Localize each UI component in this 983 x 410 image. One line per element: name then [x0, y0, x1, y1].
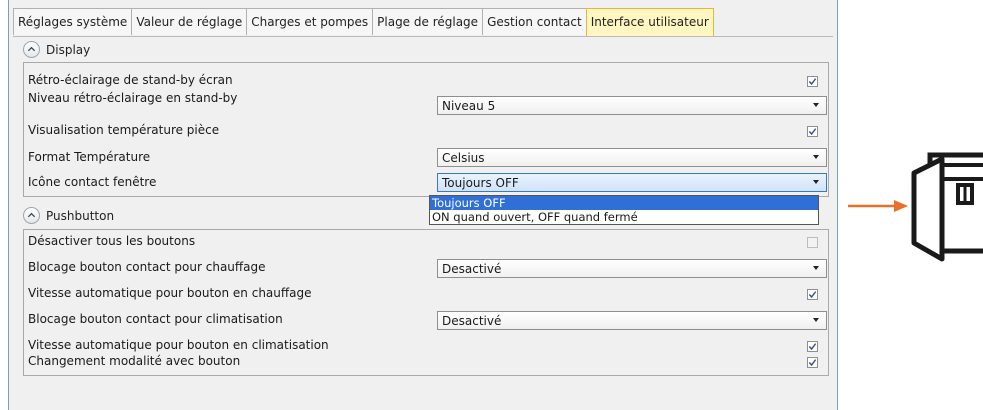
collapse-display-button[interactable] [23, 41, 40, 58]
chevron-up-icon [27, 212, 36, 218]
row-label: Changement modalité avec bouton [28, 354, 241, 368]
checkmark-icon [808, 343, 817, 351]
tab-plage-de-reglage[interactable]: Plage de réglage [372, 8, 484, 35]
option-on-quand-ouvert[interactable]: ON quand ouvert, OFF quand fermé [430, 210, 818, 224]
changement-modalite-checkbox[interactable] [807, 357, 818, 368]
row-label: Blocage bouton contact pour climatisatio… [28, 312, 283, 326]
select-value: Celsius [442, 150, 485, 165]
niveau-retro-eclairage-select[interactable]: Niveau 5 [437, 96, 827, 115]
option-toujours-off[interactable]: Toujours OFF [430, 196, 818, 210]
row-vitesse-chauffage: Vitesse automatique pour bouton en chauf… [28, 285, 828, 303]
visualisation-temperature-checkbox[interactable] [807, 126, 818, 137]
tab-gestion-contact[interactable]: Gestion contact [482, 8, 587, 35]
row-desactiver-boutons: Désactiver tous les boutons [28, 233, 828, 251]
select-value: Desactivé [442, 261, 502, 276]
display-group: Rétro-éclairage de stand-by écran Niveau… [23, 62, 829, 197]
row-retro-eclairage: Rétro-éclairage de stand-by écran [28, 72, 828, 90]
pushbutton-section-title: Pushbutton [46, 208, 115, 223]
retro-eclairage-checkbox[interactable] [807, 76, 818, 87]
row-changement-modalite: Changement modalité avec bouton [28, 353, 828, 371]
row-label: Rétro-éclairage de stand-by écran [28, 73, 233, 87]
icone-contact-fenetre-select[interactable]: Toujours OFF [437, 173, 827, 192]
blocage-chauffage-select[interactable]: Desactivé [437, 259, 827, 278]
row-label: Visualisation température pièce [28, 123, 220, 137]
row-label: Désactiver tous les boutons [28, 234, 196, 248]
tab-interface-utilisateur[interactable]: Interface utilisateur [585, 8, 714, 36]
display-section-title: Display [46, 42, 91, 57]
window-open-icon [911, 152, 983, 262]
blocage-climatisation-select[interactable]: Desactivé [437, 311, 827, 330]
row-label: Niveau rétro-éclairage en stand-by [28, 91, 238, 105]
chevron-down-icon [813, 155, 819, 159]
select-value: Toujours OFF [442, 175, 519, 190]
format-temperature-select[interactable]: Celsius [437, 148, 827, 167]
chevron-down-icon [813, 318, 819, 322]
checkmark-icon [808, 359, 817, 367]
row-visualisation-temperature: Visualisation température pièce [28, 122, 828, 140]
pushbutton-section-header: Pushbutton [23, 207, 114, 224]
checkmark-icon [808, 128, 817, 136]
select-value: Niveau 5 [442, 98, 496, 113]
row-label: Format Température [28, 150, 151, 164]
arrow-right-icon [848, 200, 908, 212]
tab-bar: Réglages système Valeur de réglage Charg… [13, 8, 714, 36]
checkmark-icon [808, 291, 817, 299]
select-value: Desactivé [442, 313, 502, 328]
row-label: Blocage bouton contact pour chauffage [28, 260, 266, 274]
desactiver-boutons-checkbox[interactable] [807, 237, 818, 248]
settings-window: Réglages système Valeur de réglage Charg… [8, 0, 838, 410]
row-label: Vitesse automatique pour bouton en clima… [28, 338, 329, 352]
tab-valeur-de-reglage[interactable]: Valeur de réglage [131, 8, 248, 35]
row-label: Vitesse automatique pour bouton en chauf… [28, 286, 312, 300]
chevron-down-icon [813, 103, 819, 107]
icone-contact-fenetre-dropdown: Toujours OFF ON quand ouvert, OFF quand … [429, 195, 819, 225]
tab-charges-et-pompes[interactable]: Charges et pompes [246, 8, 374, 35]
pushbutton-group: Désactiver tous les boutons Blocage bout… [23, 229, 829, 376]
chevron-down-icon [813, 180, 819, 184]
collapse-pushbutton-button[interactable] [23, 207, 40, 224]
tab-reglages-systeme[interactable]: Réglages système [13, 8, 133, 35]
display-section-header: Display [23, 41, 90, 58]
row-label: Icône contact fenêtre [28, 175, 157, 189]
checkmark-icon [808, 78, 817, 86]
vitesse-chauffage-checkbox[interactable] [807, 289, 818, 300]
chevron-down-icon [813, 266, 819, 270]
chevron-up-icon [27, 46, 36, 52]
vitesse-climatisation-checkbox[interactable] [807, 341, 818, 352]
tab-divider [13, 36, 833, 37]
